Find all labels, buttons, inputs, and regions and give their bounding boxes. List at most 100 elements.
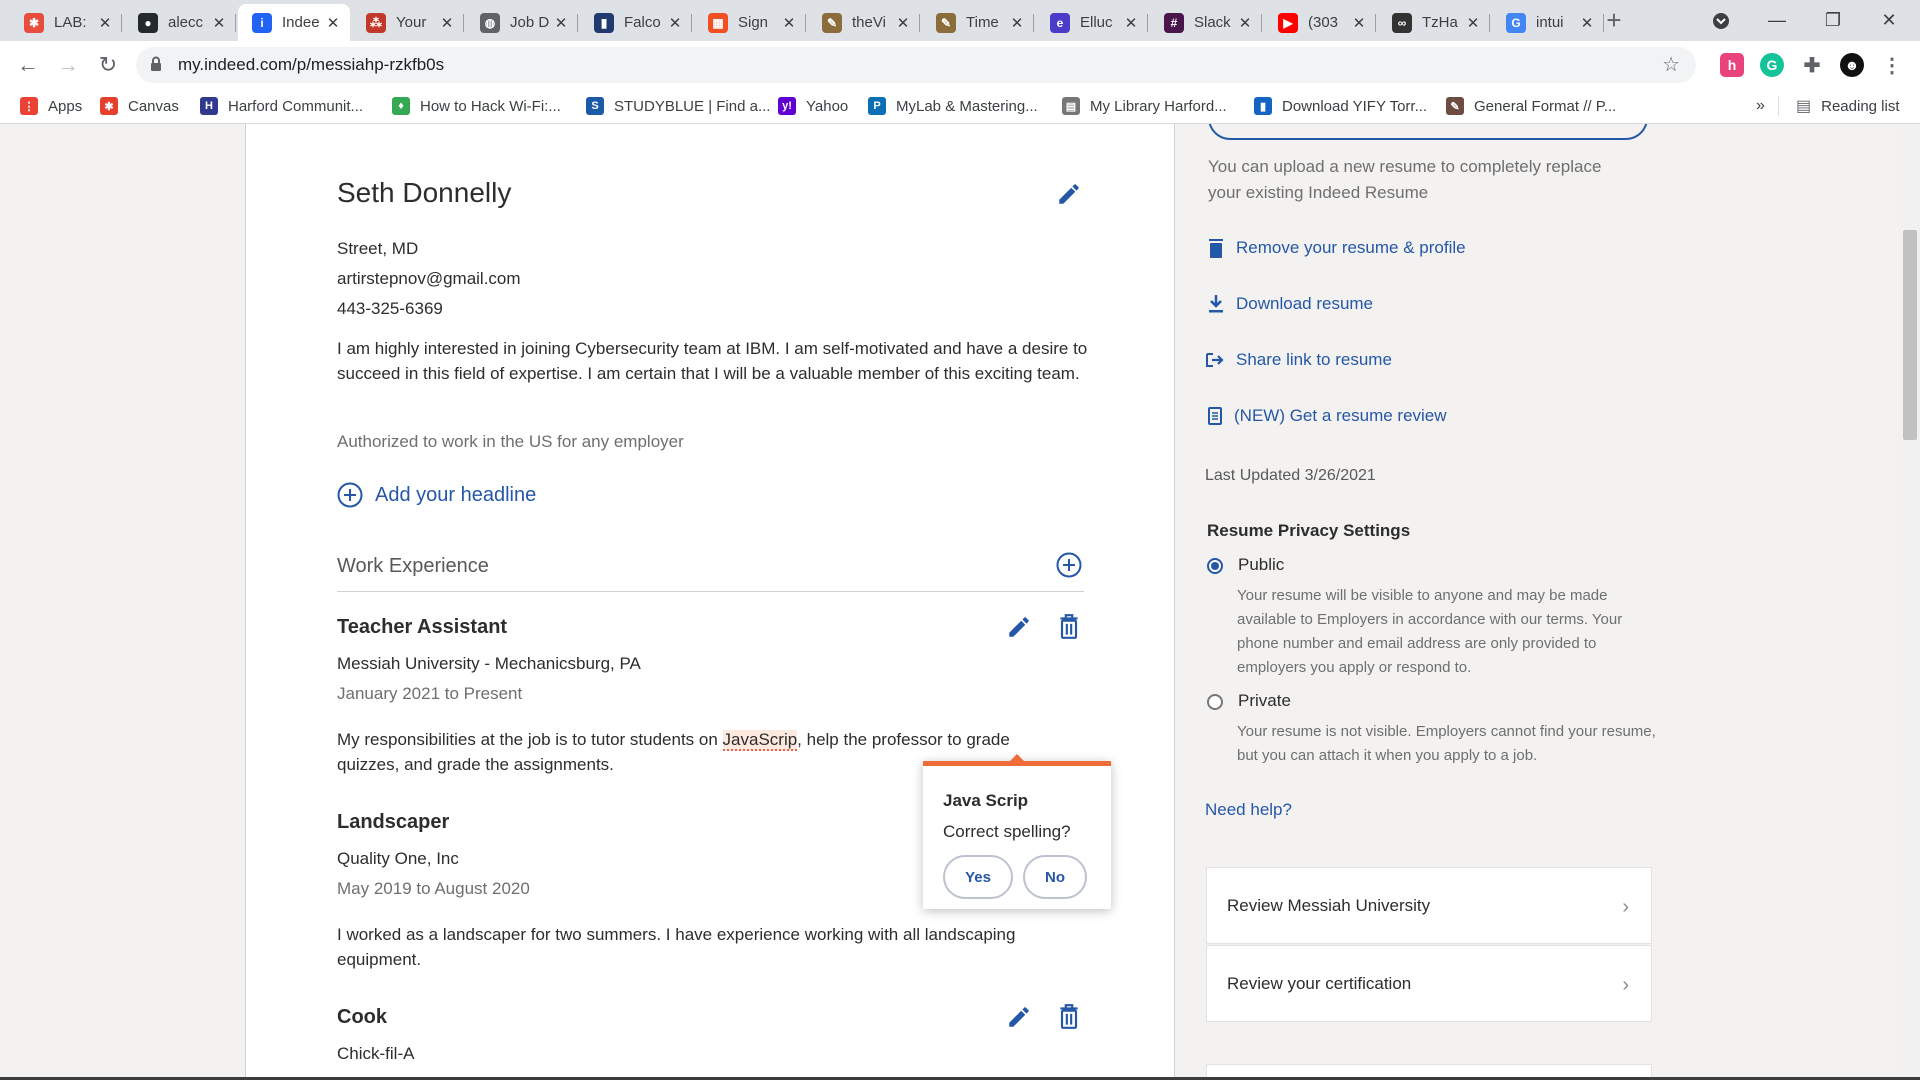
tab-title: Sign: [738, 14, 769, 31]
close-tab-icon[interactable]: ✕: [894, 14, 912, 32]
download-resume-link[interactable]: Download resume: [1208, 294, 1373, 314]
tab-title: Indee: [282, 14, 320, 31]
public-label[interactable]: Public: [1238, 555, 1284, 575]
browser-tab[interactable]: ▶ (303 ✕: [1264, 4, 1376, 41]
delete-job-trash-icon[interactable]: [1056, 1002, 1082, 1030]
bookmark-item[interactable]: ⋮ Apps: [20, 94, 82, 118]
tab-separator: [1489, 14, 1490, 32]
forward-button[interactable]: →: [52, 49, 84, 81]
close-tab-icon[interactable]: ✕: [1350, 14, 1368, 32]
extension-icon-1[interactable]: h: [1720, 53, 1744, 77]
resume-review-link[interactable]: (NEW) Get a resume review: [1208, 406, 1447, 426]
browser-tab[interactable]: e Elluc ✕: [1036, 4, 1148, 41]
browser-tab[interactable]: ✱ LAB: ✕: [10, 4, 122, 41]
reject-spelling-button[interactable]: No: [1023, 855, 1087, 899]
bookmark-item[interactable]: ♦ How to Hack Wi-Fi:...: [392, 94, 561, 118]
add-work-experience-icon[interactable]: [1056, 552, 1082, 578]
trash-icon: [1209, 239, 1223, 258]
edit-job-pencil-icon[interactable]: [1006, 614, 1032, 640]
bookmark-star-icon[interactable]: ☆: [1662, 52, 1680, 77]
bookmark-item[interactable]: ▤ My Library Harford...: [1062, 94, 1227, 118]
close-tab-icon[interactable]: ✕: [96, 14, 114, 32]
close-tab-icon[interactable]: ✕: [1464, 14, 1482, 32]
close-tab-icon[interactable]: ✕: [210, 14, 228, 32]
profile-name: Seth Donnelly: [337, 177, 512, 208]
edit-profile-pencil-icon[interactable]: [1056, 181, 1082, 207]
accept-spelling-button[interactable]: Yes: [943, 855, 1013, 899]
upload-resume-button[interactable]: [1208, 124, 1648, 140]
reload-button[interactable]: ↻: [92, 49, 124, 81]
profile-avatar[interactable]: ☻: [1840, 53, 1864, 77]
tab-favicon-icon: ✱: [24, 12, 44, 33]
close-tab-icon[interactable]: ✕: [1236, 14, 1254, 32]
bookmark-item[interactable]: H Harford Communit...: [200, 94, 363, 118]
edit-job-pencil-icon[interactable]: [1006, 1004, 1032, 1030]
browser-tab[interactable]: # Slack ✕: [1150, 4, 1262, 41]
close-tab-icon[interactable]: ✕: [1008, 14, 1026, 32]
new-tab-button[interactable]: +: [1594, 0, 1634, 41]
close-tab-icon[interactable]: ✕: [552, 14, 570, 32]
reading-list-button[interactable]: ▤ Reading list: [1796, 94, 1900, 118]
browser-tab[interactable]: ✎ theVi ✕: [808, 4, 920, 41]
browser-tab[interactable]: i Indee ✕: [238, 4, 350, 41]
close-tab-icon[interactable]: ✕: [1122, 14, 1140, 32]
download-icon: [1209, 295, 1223, 313]
profile-phone: 443-325-6369: [337, 299, 443, 318]
bookmark-item[interactable]: ▮ Download YIFY Torr...: [1254, 94, 1427, 118]
tab-separator: [463, 14, 464, 32]
close-tab-icon[interactable]: ✕: [780, 14, 798, 32]
browser-tab[interactable]: ● alecc ✕: [124, 4, 236, 41]
tab-favicon-icon: i: [252, 12, 272, 33]
browser-tab[interactable]: ▮ Falco ✕: [580, 4, 692, 41]
back-button[interactable]: ←: [12, 49, 44, 81]
close-tab-icon[interactable]: ✕: [438, 14, 456, 32]
tab-favicon-icon: G: [1506, 12, 1526, 33]
review-employer-card[interactable]: Review Messiah University ›: [1206, 867, 1652, 944]
private-radio[interactable]: [1207, 694, 1223, 710]
scrollbar-thumb[interactable]: [1903, 230, 1917, 440]
tab-search-icon[interactable]: [1694, 0, 1748, 41]
misspelled-word[interactable]: JavaScrip: [722, 730, 798, 751]
chrome-menu-icon[interactable]: ⋮: [1880, 53, 1904, 77]
share-resume-link[interactable]: Share link to resume: [1206, 350, 1392, 370]
grammarly-icon[interactable]: G: [1760, 53, 1784, 77]
tab-favicon-icon: ⁂: [366, 12, 386, 33]
page-content: Seth Donnelly Street, MD artirstepnov@gm…: [0, 124, 1920, 1080]
browser-tab[interactable]: ▦ Sign ✕: [694, 4, 806, 41]
bookmark-label: Canvas: [128, 97, 179, 115]
public-radio[interactable]: [1207, 558, 1223, 574]
bookmark-favicon-icon: ▮: [1254, 97, 1272, 115]
bookmark-label: Download YIFY Torr...: [1282, 97, 1428, 115]
review-certification-card[interactable]: Review your certification ›: [1206, 945, 1652, 1022]
minimize-button[interactable]: —: [1750, 0, 1804, 41]
restore-button[interactable]: ❐: [1806, 0, 1860, 41]
close-tab-icon[interactable]: ✕: [324, 14, 342, 32]
bookmark-item[interactable]: P MyLab & Mastering...: [868, 94, 1038, 118]
bookmark-label: Harford Communit...: [228, 97, 364, 115]
browser-tab[interactable]: ⁂ Your ✕: [352, 4, 464, 41]
tab-separator: [805, 14, 806, 32]
tab-title: theVi: [852, 14, 886, 31]
bookmarks-overflow-button[interactable]: »: [1756, 94, 1765, 118]
bookmark-item[interactable]: y! Yahoo: [778, 94, 848, 118]
bookmark-item[interactable]: S STUDYBLUE | Find a...: [586, 94, 770, 118]
close-tab-icon[interactable]: ✕: [666, 14, 684, 32]
browser-tab[interactable]: ∞ TzHa ✕: [1378, 4, 1490, 41]
remove-resume-link[interactable]: Remove your resume & profile: [1208, 238, 1466, 258]
add-headline-link[interactable]: Add your headline: [337, 482, 536, 508]
browser-tab[interactable]: ◍ Job D ✕: [466, 4, 578, 41]
browser-tab[interactable]: Gintui ✕: [1492, 4, 1604, 41]
bookmark-item[interactable]: ✱ Canvas: [100, 94, 179, 118]
extensions-puzzle-icon[interactable]: ✚: [1800, 53, 1824, 77]
need-help-link[interactable]: Need help?: [1205, 800, 1292, 820]
close-window-button[interactable]: ✕: [1862, 0, 1916, 41]
address-bar[interactable]: my.indeed.com/p/messiahp-rzkfb0s ☆: [136, 47, 1696, 83]
private-label[interactable]: Private: [1238, 691, 1291, 711]
spelling-question: Correct spelling?: [943, 822, 1071, 841]
tab-separator: [1033, 14, 1034, 32]
bookmark-item[interactable]: ✎ General Format // P...: [1446, 94, 1616, 118]
delete-job-trash-icon[interactable]: [1056, 612, 1082, 640]
reading-list-icon: ▤: [1796, 98, 1812, 115]
browser-window: ✱ LAB: ✕ ● alecc ✕ i Indee ✕ ⁂ Your ✕ ◍ Job D ✕ ▮ Falco ✕…: [0, 0, 1920, 1080]
browser-tab[interactable]: ✎ Time ✕: [922, 4, 1034, 41]
